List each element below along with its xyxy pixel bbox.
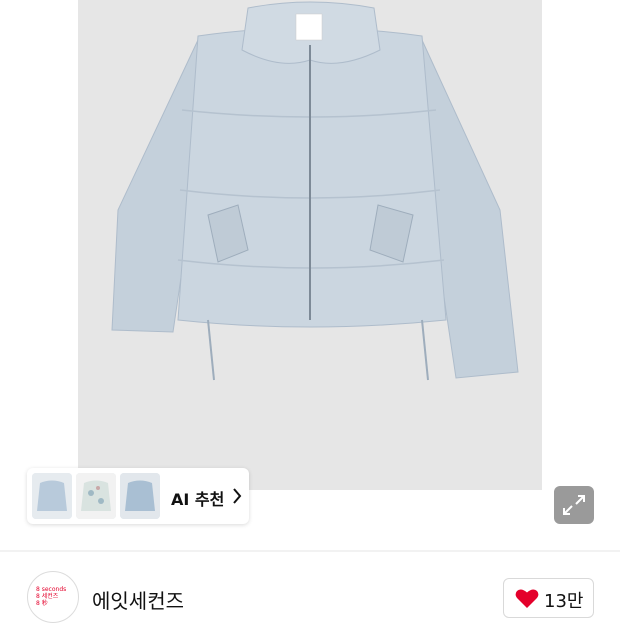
recommend-thumbnail[interactable] xyxy=(76,473,116,519)
seller-name[interactable]: 에잇세컨즈 xyxy=(92,585,184,614)
ai-recommend-label: AI 추천 xyxy=(171,490,225,509)
heart-icon xyxy=(515,588,539,613)
chevron-right-icon xyxy=(231,486,243,510)
seller-logo[interactable]: 8 seconds 8 세컨즈 8 秒 xyxy=(27,571,79,623)
recommend-thumbnail[interactable] xyxy=(32,473,72,519)
recommend-thumbnail[interactable] xyxy=(120,473,160,519)
product-photo[interactable] xyxy=(78,0,542,490)
product-image-area[interactable]: AI 추천 xyxy=(0,0,620,550)
logo-line: 8 seconds xyxy=(36,586,67,593)
logo-line: 8 세컨즈 xyxy=(36,593,59,600)
expand-icon xyxy=(554,495,594,528)
expand-image-button[interactable] xyxy=(554,486,594,524)
ai-recommend-panel[interactable]: AI 추천 xyxy=(27,468,249,524)
jacket-illustration xyxy=(111,1,519,381)
like-button[interactable]: 13만 xyxy=(503,578,594,618)
logo-line: 8 秒 xyxy=(36,600,48,607)
like-count: 13만 xyxy=(544,591,584,612)
